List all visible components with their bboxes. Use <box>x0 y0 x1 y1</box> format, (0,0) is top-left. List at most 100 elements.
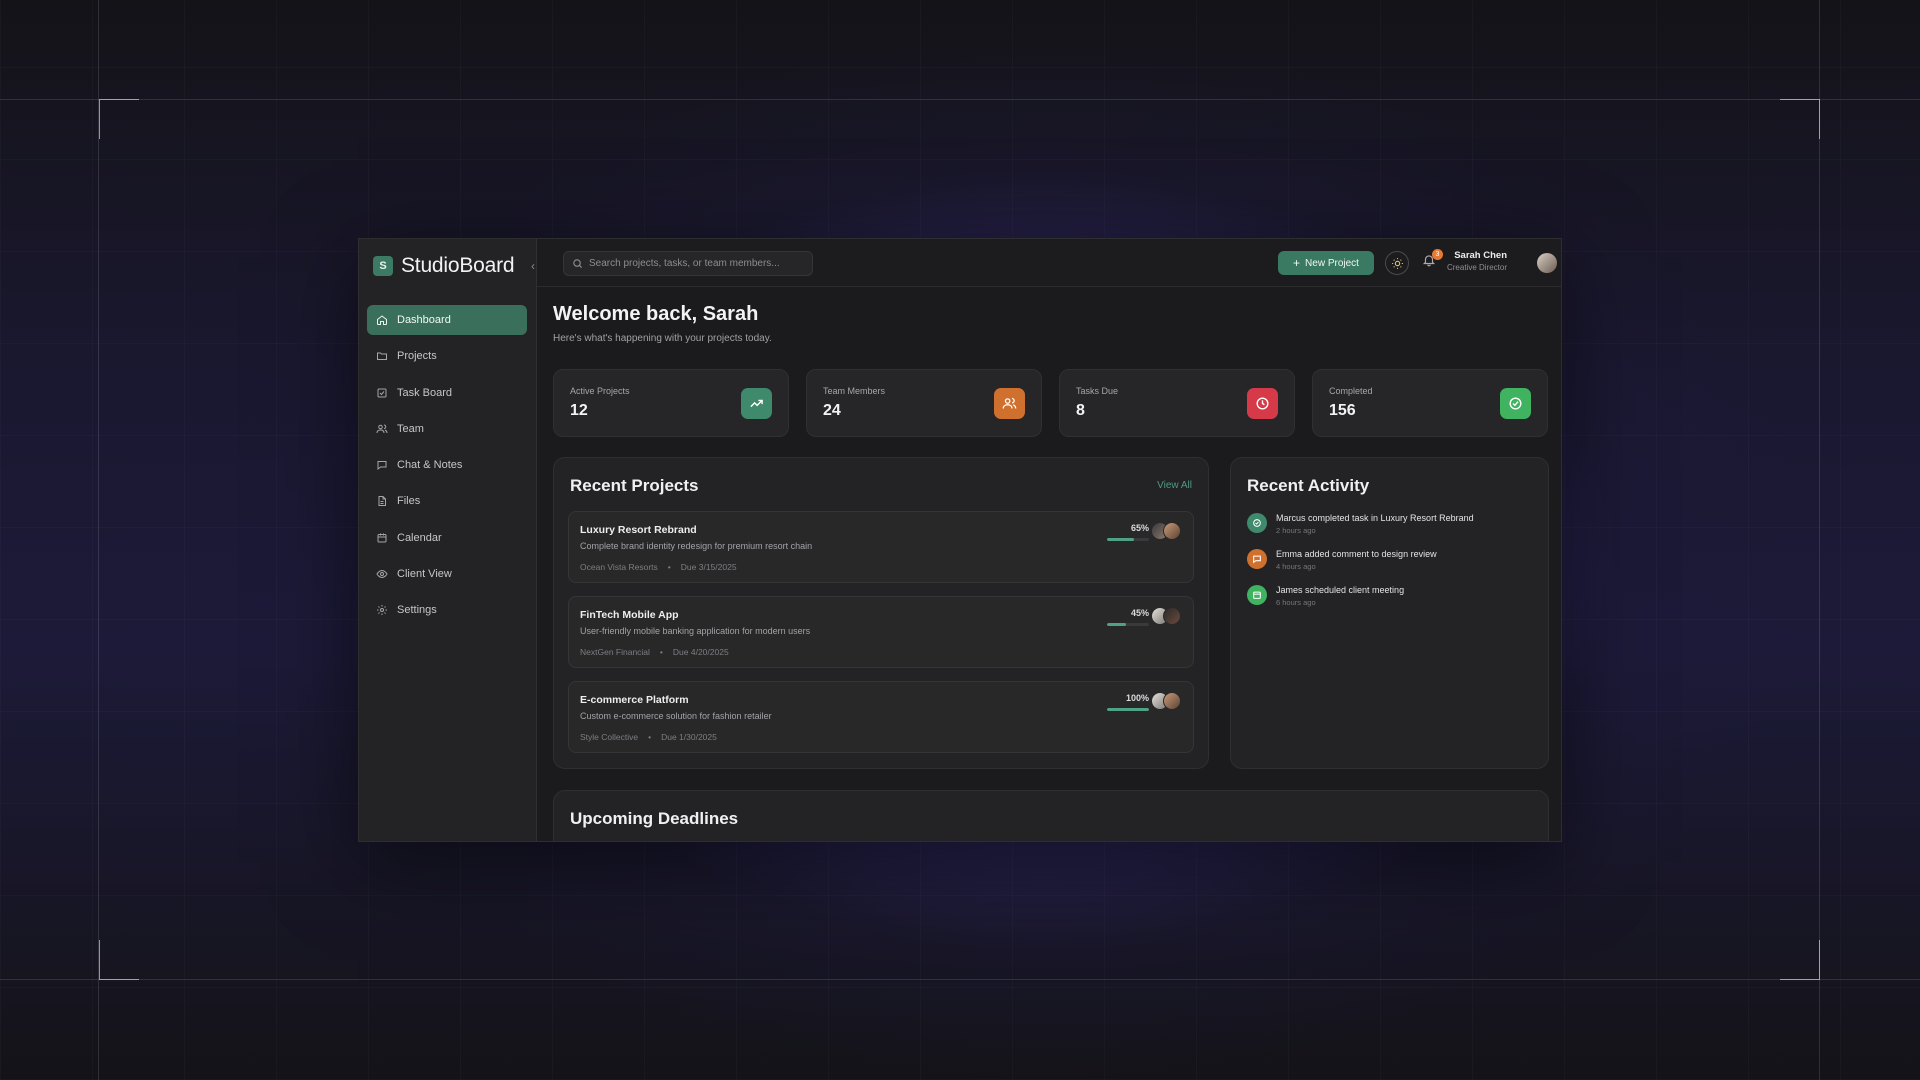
sidebar-item-label: Dashboard <box>397 314 451 326</box>
progress-bar <box>1107 623 1149 626</box>
sidebar-item-settings[interactable]: Settings <box>367 595 527 625</box>
separator: • <box>667 562 671 572</box>
user-role: Creative Director <box>1446 263 1507 272</box>
calendar-icon <box>1247 585 1267 605</box>
sidebar-item-dashboard[interactable]: Dashboard <box>367 305 527 335</box>
progress-fill <box>1107 708 1149 711</box>
project-due: Due 1/30/2025 <box>661 732 717 742</box>
stat-value: 8 <box>1076 402 1085 419</box>
activity-item[interactable]: James scheduled client meeting 6 hours a… <box>1247 582 1527 616</box>
upcoming-deadlines-panel: Upcoming Deadlines <box>553 790 1549 841</box>
stat-value: 12 <box>570 402 588 419</box>
home-icon <box>375 313 389 327</box>
guide-line <box>1819 0 1820 1080</box>
progress-fill <box>1107 538 1135 541</box>
check-circle-icon <box>1500 388 1531 419</box>
stat-label: Tasks Due <box>1076 386 1119 396</box>
sidebar-item-label: Client View <box>397 568 452 581</box>
progress-percent: 45% <box>1130 608 1149 618</box>
collapse-sidebar-icon[interactable]: ‹ <box>531 259 535 273</box>
folder-icon <box>375 349 389 363</box>
project-description: Custom e-commerce solution for fashion r… <box>580 711 772 721</box>
avatar[interactable] <box>1163 522 1181 540</box>
sidebar-item-label: Task Board <box>397 386 453 399</box>
sidebar-item-client-view[interactable]: Client View <box>367 559 527 589</box>
trending-up-icon <box>741 388 772 419</box>
sidebar-item-label: Calendar <box>397 531 442 544</box>
progress-fill <box>1107 623 1126 626</box>
panel-title: Upcoming Deadlines <box>570 809 739 828</box>
sidebar-item-label: Chat & Notes <box>397 459 463 472</box>
sidebar: S StudioBoard ‹ Dashboard Projects Task … <box>359 239 537 841</box>
stat-card-tasks-due: Tasks Due 8 <box>1059 369 1295 437</box>
separator: • <box>659 647 663 657</box>
sidebar-item-label: Projects <box>397 350 437 363</box>
activity-text: Emma added comment to design review <box>1276 549 1437 559</box>
search-box[interactable] <box>563 251 813 276</box>
users-icon <box>375 422 389 436</box>
sidebar-item-calendar[interactable]: Calendar <box>367 523 527 553</box>
brand[interactable]: S StudioBoard <box>373 253 515 279</box>
sidebar-item-label: Team <box>397 422 424 435</box>
main-content: Welcome back, Sarah Here's what's happen… <box>537 287 1561 841</box>
activity-item[interactable]: Emma added comment to design review 4 ho… <box>1247 546 1527 580</box>
sidebar-item-files[interactable]: Files <box>367 486 527 516</box>
topbar: + New Project 3 Sarah Chen Creative Dire… <box>537 239 1561 287</box>
stat-label: Active Projects <box>570 386 630 396</box>
progress-bar <box>1107 538 1149 541</box>
sidebar-item-task-board[interactable]: Task Board <box>367 378 527 408</box>
project-name: FinTech Mobile App <box>580 609 679 621</box>
project-avatars <box>1151 692 1191 712</box>
project-avatars <box>1151 607 1191 627</box>
activity-text: Marcus completed task in Luxury Resort R… <box>1276 513 1474 523</box>
stat-card-team-members: Team Members 24 <box>806 369 1042 437</box>
sidebar-item-chat-notes[interactable]: Chat & Notes <box>367 450 527 480</box>
activity-time: 6 hours ago <box>1276 598 1316 607</box>
guide-line <box>0 99 1920 100</box>
progress-percent: 100% <box>1125 693 1149 703</box>
project-card[interactable]: Luxury Resort Rebrand Complete brand ide… <box>568 511 1194 583</box>
project-due: Due 3/15/2025 <box>680 562 737 572</box>
check-icon <box>1247 513 1267 533</box>
new-project-button[interactable]: + New Project <box>1278 251 1374 275</box>
page-subtitle: Here's what's happening with your projec… <box>553 333 772 344</box>
comment-icon <box>1247 549 1267 569</box>
separator: • <box>648 732 652 742</box>
progress-percent: 65% <box>1130 523 1149 533</box>
calendar-icon <box>375 531 389 545</box>
activity-item[interactable]: Marcus completed task in Luxury Resort R… <box>1247 510 1527 544</box>
view-all-link[interactable]: View All <box>1157 480 1192 491</box>
gear-icon <box>375 603 389 617</box>
avatar[interactable] <box>1163 692 1181 710</box>
sidebar-item-team[interactable]: Team <box>367 414 527 444</box>
new-project-label: New Project <box>1305 257 1359 269</box>
recent-activity-panel: Recent Activity Marcus completed task in… <box>1230 457 1549 769</box>
project-client: NextGen Financial <box>580 647 650 657</box>
theme-toggle-button[interactable] <box>1385 251 1409 275</box>
sidebar-item-label: Settings <box>397 604 437 617</box>
frame-corner <box>99 940 139 980</box>
checkbox-icon <box>375 386 389 400</box>
sun-icon <box>1391 257 1403 269</box>
stat-label: Completed <box>1329 386 1373 396</box>
frame-corner <box>1780 940 1820 980</box>
project-card[interactable]: E-commerce Platform Custom e-commerce so… <box>568 681 1194 753</box>
project-client: Ocean Vista Resorts <box>580 562 658 572</box>
activity-time: 2 hours ago <box>1276 526 1316 535</box>
progress-bar <box>1107 708 1149 711</box>
avatar[interactable] <box>1163 607 1181 625</box>
file-icon <box>375 494 389 508</box>
sidebar-item-label: Files <box>397 495 421 508</box>
search-input[interactable] <box>589 258 809 269</box>
user-info[interactable]: Sarah Chen Creative Director <box>1437 250 1507 272</box>
plus-icon: + <box>1293 256 1301 270</box>
stat-value: 156 <box>1329 402 1356 419</box>
project-card[interactable]: FinTech Mobile App User-friendly mobile … <box>568 596 1194 668</box>
sidebar-nav: Dashboard Projects Task Board Team Chat … <box>367 305 527 632</box>
chat-icon <box>375 458 389 472</box>
project-meta: Style Collective • Due 1/30/2025 <box>580 732 717 742</box>
avatar[interactable] <box>1537 253 1557 273</box>
panel-title: Recent Projects <box>570 476 699 495</box>
sidebar-item-projects[interactable]: Projects <box>367 341 527 371</box>
activity-time: 4 hours ago <box>1276 562 1316 571</box>
